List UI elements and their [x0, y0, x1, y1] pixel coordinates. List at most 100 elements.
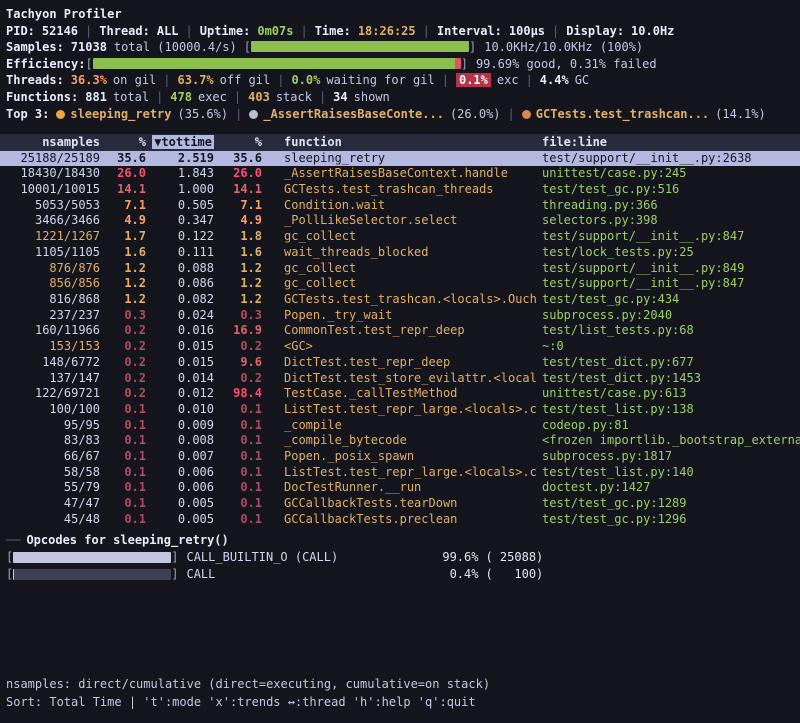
- table-row[interactable]: 816/8681.20.0821.2GCTests.test_trashcan.…: [0, 292, 800, 308]
- nsamples-cell: 856/856: [0, 276, 106, 292]
- cumulative-pct-cell: 0.1: [220, 449, 268, 465]
- info-value: ALL: [157, 24, 179, 38]
- table-row[interactable]: 856/8561.20.0861.2gc_collecttest/support…: [0, 276, 800, 292]
- file-line-cell: test/support/__init__.py:2638: [538, 151, 800, 167]
- nsamples-cell: 148/6772: [0, 355, 106, 371]
- nsamples-cell: 45/48: [0, 512, 106, 528]
- footer-help-nsamples: nsamples: direct/cumulative (direct=exec…: [6, 676, 490, 694]
- table-row[interactable]: 137/1470.20.0140.2DictTest.test_store_ev…: [0, 371, 800, 387]
- file-line-cell: selectors.py:398: [538, 213, 800, 229]
- nsamples-cell: 100/100: [0, 402, 106, 418]
- column-header-function[interactable]: function: [268, 134, 538, 151]
- direct-pct-cell: 0.1: [106, 496, 152, 512]
- opcode-count: ( 25088): [485, 549, 543, 566]
- direct-pct-cell: 0.1: [106, 512, 152, 528]
- tottime-cell: 0.006: [152, 465, 220, 481]
- file-line-cell: threading.py:366: [538, 198, 800, 214]
- table-row[interactable]: 1105/11051.60.1111.6wait_threads_blocked…: [0, 245, 800, 261]
- function-cell: _compile: [268, 418, 538, 434]
- function-cell: gc_collect: [268, 276, 538, 292]
- column-header-cumulative-pct[interactable]: %: [220, 134, 268, 151]
- table-row[interactable]: 58/580.10.0060.1ListTest.test_repr_large…: [0, 465, 800, 481]
- direct-pct-cell: 14.1: [106, 182, 152, 198]
- samples-bar-fill: [251, 41, 469, 52]
- function-cell: ListTest.test_repr_large.<locals>.c...: [268, 402, 538, 418]
- samples-bar: [251, 41, 469, 52]
- table-row[interactable]: 83/830.10.0080.1_compile_bytecode<frozen…: [0, 433, 800, 449]
- table-row[interactable]: 160/119660.20.01616.9CommonTest.test_rep…: [0, 323, 800, 339]
- column-header-file-line[interactable]: file:line: [538, 134, 800, 151]
- functions-label: Functions:: [6, 90, 78, 104]
- top3-function-name: sleeping_retry: [70, 107, 171, 121]
- separator: |: [526, 73, 533, 87]
- direct-pct-cell: 0.1: [106, 402, 152, 418]
- column-header-tottime[interactable]: ▼tottime: [152, 134, 220, 151]
- cumulative-pct-cell: 1.2: [220, 292, 268, 308]
- left-bracket: [: [6, 566, 13, 583]
- column-header-direct-pct[interactable]: %: [106, 134, 152, 151]
- direct-pct-cell: 0.1: [106, 433, 152, 449]
- table-row[interactable]: 10001/1001514.11.00014.1GCTests.test_tra…: [0, 182, 800, 198]
- samples-row: Samples:71038total (10000.4/s)[]10.0KHz/…: [0, 39, 800, 56]
- cumulative-pct-cell: 1.2: [220, 276, 268, 292]
- info-label: Display:: [566, 24, 624, 38]
- cumulative-pct-cell: 0.1: [220, 402, 268, 418]
- tottime-cell: 0.015: [152, 355, 220, 371]
- table-row[interactable]: 66/670.10.0070.1Popen._posix_spawnsubpro…: [0, 449, 800, 465]
- function-cell: DictTest.test_store_evilattr.<local...: [268, 371, 538, 387]
- column-header-nsamples[interactable]: nsamples: [0, 134, 106, 151]
- tottime-cell: 0.082: [152, 292, 220, 308]
- opcodes-section-title: ──Opcodes for sleeping_retry(): [0, 532, 800, 549]
- function-cell: gc_collect: [268, 261, 538, 277]
- efficiency-text: 99.69% good, 0.31% failed: [476, 57, 657, 71]
- cumulative-pct-cell: 26.0: [220, 166, 268, 182]
- table-row[interactable]: 45/480.10.0050.1GCCallbackTests.preclean…: [0, 512, 800, 528]
- info-value: 0m07s: [257, 24, 293, 38]
- table-row[interactable]: 47/470.10.0050.1GCCallbackTests.tearDown…: [0, 496, 800, 512]
- file-line-cell: test/test_gc.py:434: [538, 292, 800, 308]
- cumulative-pct-cell: 0.1: [220, 465, 268, 481]
- threads-stat-label: exc: [497, 73, 519, 87]
- function-cell: GCCallbackTests.tearDown: [268, 496, 538, 512]
- tottime-cell: 0.024: [152, 308, 220, 324]
- cumulative-pct-cell: 0.1: [220, 433, 268, 449]
- file-line-cell: test/list_tests.py:68: [538, 323, 800, 339]
- opcode-name: CALL: [186, 566, 432, 583]
- table-row[interactable]: 876/8761.20.0881.2gc_collecttest/support…: [0, 261, 800, 277]
- separator: |: [508, 107, 515, 121]
- separator: |: [552, 24, 559, 38]
- table-row[interactable]: 18430/1843026.01.84326.0_AssertRaisesBas…: [0, 166, 800, 182]
- direct-pct-cell: 0.2: [106, 386, 152, 402]
- cumulative-pct-cell: 98.4: [220, 386, 268, 402]
- opcode-percent: 99.6%: [432, 549, 478, 566]
- table-row[interactable]: 1221/12671.70.1221.8gc_collecttest/suppo…: [0, 229, 800, 245]
- tottime-cell: 0.010: [152, 402, 220, 418]
- table-row[interactable]: 122/697210.20.01298.4TestCase._callTestM…: [0, 386, 800, 402]
- nsamples-cell: 47/47: [0, 496, 106, 512]
- table-row[interactable]: 237/2370.30.0240.3Popen._try_waitsubproc…: [0, 308, 800, 324]
- cumulative-pct-cell: 9.6: [220, 355, 268, 371]
- table-row[interactable]: 153/1530.20.0150.2<GC>~:0: [0, 339, 800, 355]
- file-line-cell: test/test_gc.py:516: [538, 182, 800, 198]
- left-bracket: [: [244, 40, 251, 54]
- table-row[interactable]: 55/790.10.0060.1DocTestRunner.__rundocte…: [0, 480, 800, 496]
- tottime-cell: 0.007: [152, 449, 220, 465]
- functions-stat-label: exec: [198, 90, 227, 104]
- cumulative-pct-cell: 0.1: [220, 418, 268, 434]
- table-row[interactable]: 3466/34664.90.3474.9_PollLikeSelector.se…: [0, 213, 800, 229]
- table-row[interactable]: 5053/50537.10.5057.1Condition.waitthread…: [0, 198, 800, 214]
- efficiency-bar-good-fill: [93, 58, 455, 69]
- table-row[interactable]: 25188/2518935.62.51935.6sleeping_retryte…: [0, 151, 800, 167]
- table-row[interactable]: 95/950.10.0090.1_compilecodeop.py:81: [0, 418, 800, 434]
- function-cell: _AssertRaisesBaseContext.handle: [268, 166, 538, 182]
- separator: |: [163, 73, 170, 87]
- nsamples-cell: 122/69721: [0, 386, 106, 402]
- tottime-cell: 1.843: [152, 166, 220, 182]
- table-row[interactable]: 148/67720.20.0159.6DictTest.test_repr_de…: [0, 355, 800, 371]
- function-cell: Condition.wait: [268, 198, 538, 214]
- cumulative-pct-cell: 0.2: [220, 371, 268, 387]
- threads-stat-value: 63.7%: [178, 73, 214, 87]
- table-row[interactable]: 100/1000.10.0100.1ListTest.test_repr_lar…: [0, 402, 800, 418]
- opcode-row: []CALL0.4%( 100): [0, 566, 800, 583]
- functions-stat-label: stack: [276, 90, 312, 104]
